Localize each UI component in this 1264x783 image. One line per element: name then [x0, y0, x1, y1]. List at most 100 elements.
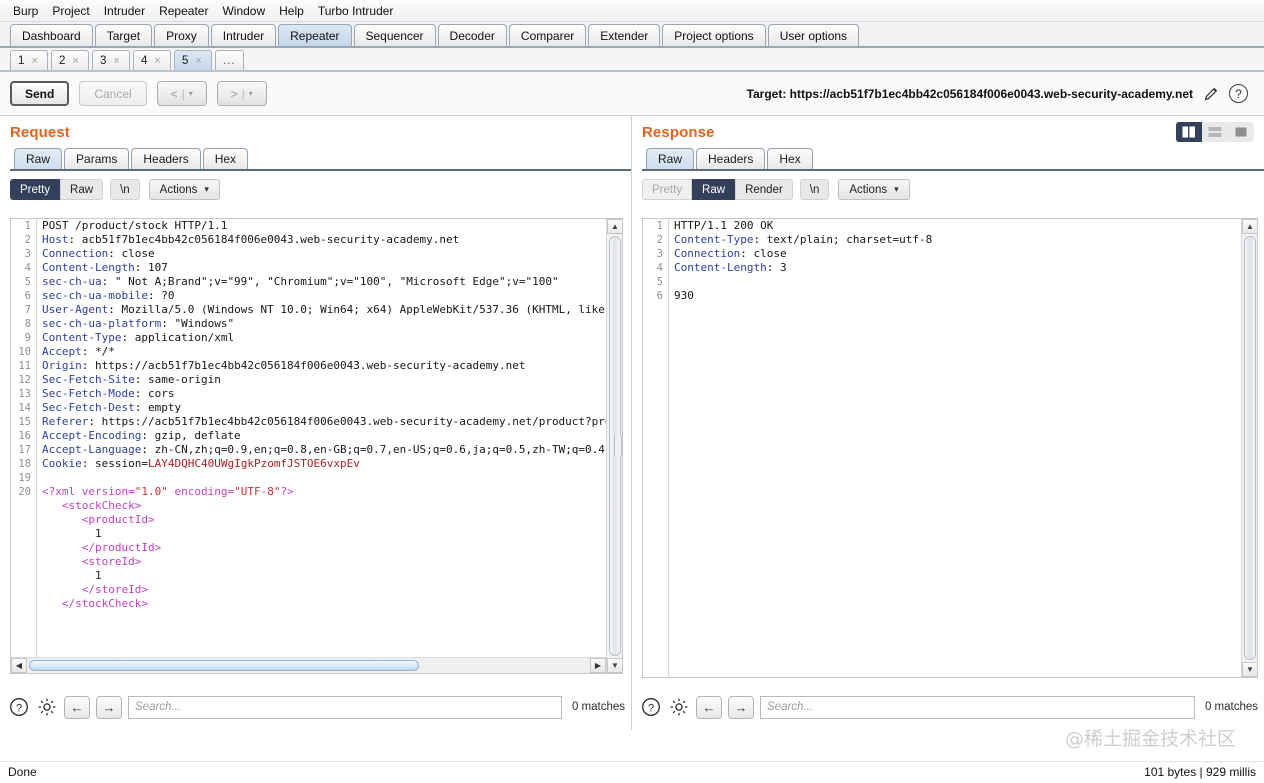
response-toggle-raw[interactable]: Raw: [692, 179, 735, 200]
menu-item-help[interactable]: Help: [272, 2, 311, 20]
forward-button[interactable]: > | ▾: [217, 81, 267, 106]
tab-user-options[interactable]: User options: [768, 24, 859, 46]
repeater-tab-5[interactable]: 5×: [174, 50, 212, 70]
close-icon[interactable]: ×: [113, 55, 119, 67]
help-icon[interactable]: ?: [1229, 84, 1248, 103]
repeater-tab-1[interactable]: 1×: [10, 50, 48, 70]
tab-project-options[interactable]: Project options: [662, 24, 765, 46]
line-number: 12: [11, 373, 36, 387]
menu-item-intruder[interactable]: Intruder: [97, 2, 152, 20]
line-number: 1: [643, 219, 668, 233]
scroll-down-icon[interactable]: ▼: [1242, 662, 1258, 677]
request-tab-raw[interactable]: Raw: [14, 148, 62, 169]
search-prev-button[interactable]: ←: [64, 696, 90, 719]
scroll-right-icon[interactable]: ▶: [590, 658, 606, 673]
scroll-down-icon[interactable]: ▼: [607, 658, 623, 673]
repeater-tab-2[interactable]: 2×: [51, 50, 89, 70]
main-tab-bar: DashboardTargetProxyIntruderRepeaterSequ…: [0, 22, 1264, 48]
tab-dashboard[interactable]: Dashboard: [10, 24, 93, 46]
scroll-up-icon[interactable]: ▲: [607, 219, 623, 234]
menu-item-burp[interactable]: Burp: [6, 2, 45, 20]
forward-arrow-icon: >: [231, 87, 238, 101]
scroll-left-icon[interactable]: ◀: [11, 658, 27, 673]
search-input[interactable]: [128, 696, 562, 719]
line-number: 5: [11, 275, 36, 289]
tab-sequencer[interactable]: Sequencer: [354, 24, 436, 46]
close-icon[interactable]: ×: [154, 55, 160, 67]
request-toggle-pretty[interactable]: Pretty: [10, 179, 60, 200]
back-button[interactable]: < | ▾: [157, 81, 207, 106]
hscrollbar-thumb[interactable]: [29, 660, 419, 671]
code-line: sec-ch-ua: " Not A;Brand";v="99", "Chrom…: [42, 275, 606, 289]
request-code[interactable]: POST /product/stock HTTP/1.1Host: acb51f…: [38, 219, 606, 673]
response-actions-button[interactable]: Actions▾: [838, 179, 909, 200]
pencil-icon[interactable]: [1202, 85, 1220, 103]
tab-intruder[interactable]: Intruder: [211, 24, 276, 46]
help-icon[interactable]: ?: [8, 696, 30, 718]
repeater-tab-3[interactable]: 3×: [92, 50, 130, 70]
tab-proxy[interactable]: Proxy: [154, 24, 209, 46]
response-tab-headers[interactable]: Headers: [696, 148, 765, 169]
scrollbar-thumb[interactable]: [609, 236, 621, 656]
code-line: Content-Type: application/xml: [42, 331, 606, 345]
code-line: <?xml version="1.0" encoding="UTF-8"?>: [42, 485, 606, 499]
tab-extender[interactable]: Extender: [588, 24, 660, 46]
response-vertical-scrollbar[interactable]: ▲ ▼: [1241, 219, 1257, 677]
line-number: 2: [643, 233, 668, 247]
request-editor[interactable]: 1234567891011121314151617181920 POST /pr…: [11, 219, 606, 673]
close-icon[interactable]: ×: [195, 55, 201, 67]
search-next-button[interactable]: →: [728, 696, 754, 719]
menu-item-repeater[interactable]: Repeater: [152, 2, 215, 20]
response-sub-tabs: RawHeadersHex: [642, 148, 1264, 171]
line-number: 11: [11, 359, 36, 373]
stacked-view-icon[interactable]: [1202, 122, 1228, 142]
request-toggle-raw[interactable]: Raw: [60, 179, 103, 200]
response-toggle-pretty[interactable]: Pretty: [642, 179, 692, 200]
menu-item-window[interactable]: Window: [215, 2, 272, 20]
tab-repeater[interactable]: Repeater: [278, 24, 351, 46]
tab-decoder[interactable]: Decoder: [438, 24, 507, 46]
scroll-up-icon[interactable]: ▲: [1242, 219, 1258, 234]
repeater-tab-more[interactable]: ...: [215, 50, 244, 70]
cancel-button[interactable]: Cancel: [79, 81, 146, 106]
response-toggle-bar: PrettyRawRender \n Actions▾: [632, 171, 1264, 208]
search-next-button[interactable]: →: [96, 696, 122, 719]
menu-item-project[interactable]: Project: [45, 2, 96, 20]
repeater-tab-4[interactable]: 4×: [133, 50, 171, 70]
line-number: [11, 513, 36, 527]
request-toggle-newline[interactable]: \n: [110, 179, 140, 200]
response-tab-raw[interactable]: Raw: [646, 148, 694, 169]
scrollbar-thumb[interactable]: [1244, 236, 1256, 660]
gear-icon[interactable]: [36, 696, 58, 718]
help-icon[interactable]: ?: [640, 696, 662, 718]
search-input[interactable]: [760, 696, 1195, 719]
split-view-icon[interactable]: [1176, 122, 1202, 142]
request-tab-params[interactable]: Params: [64, 148, 129, 169]
send-button[interactable]: Send: [10, 81, 69, 106]
code-line: </storeId>: [42, 583, 606, 597]
single-view-icon[interactable]: [1228, 122, 1254, 142]
code-line: Connection: close: [42, 247, 606, 261]
gear-icon[interactable]: [668, 696, 690, 718]
search-prev-button[interactable]: ←: [696, 696, 722, 719]
response-editor[interactable]: 123456 HTTP/1.1 200 OKContent-Type: text…: [643, 219, 1241, 677]
request-tab-headers[interactable]: Headers: [131, 148, 200, 169]
response-toggle-render[interactable]: Render: [735, 179, 793, 200]
chevron-down-icon: ▾: [189, 89, 193, 98]
view-mode-group: [1176, 122, 1254, 142]
request-horizontal-scrollbar[interactable]: ◀ ▶: [11, 657, 606, 673]
response-code[interactable]: HTTP/1.1 200 OKContent-Type: text/plain;…: [670, 219, 1241, 677]
close-icon[interactable]: ×: [72, 55, 78, 67]
tab-comparer[interactable]: Comparer: [509, 24, 586, 46]
request-vertical-scrollbar[interactable]: ▲ ▼: [606, 219, 622, 673]
request-actions-button[interactable]: Actions▾: [149, 179, 220, 200]
response-tab-hex[interactable]: Hex: [767, 148, 812, 169]
menu-item-turbo-intruder[interactable]: Turbo Intruder: [311, 2, 401, 20]
tab-target[interactable]: Target: [95, 24, 152, 46]
line-number: 5: [643, 275, 668, 289]
code-line: Host: acb51f7b1ec4bb42c056184f006e0043.w…: [42, 233, 606, 247]
close-icon[interactable]: ×: [31, 55, 37, 67]
request-tab-hex[interactable]: Hex: [203, 148, 248, 169]
response-toggle-newline[interactable]: \n: [800, 179, 830, 200]
line-number: 4: [643, 261, 668, 275]
